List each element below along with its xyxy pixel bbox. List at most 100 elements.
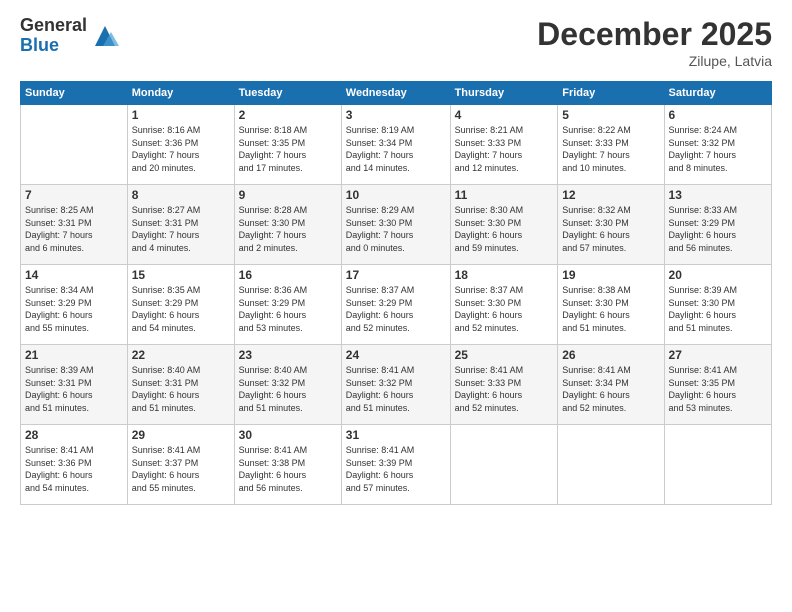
day-number: 26	[562, 348, 659, 362]
table-row: 6 Sunrise: 8:24 AM Sunset: 3:32 PM Daylig…	[664, 105, 771, 185]
month-title: December 2025	[537, 16, 772, 53]
day-number: 28	[25, 428, 123, 442]
day-info: Sunrise: 8:27 AM Sunset: 3:31 PM Dayligh…	[132, 204, 230, 254]
day-number: 5	[562, 108, 659, 122]
day-number: 21	[25, 348, 123, 362]
day-number: 30	[239, 428, 337, 442]
logo: General Blue	[20, 16, 119, 56]
table-row: 15Sunrise: 8:35 AM Sunset: 3:29 PM Dayli…	[127, 265, 234, 345]
table-row: 3 Sunrise: 8:19 AM Sunset: 3:34 PM Daylig…	[341, 105, 450, 185]
day-number: 17	[346, 268, 446, 282]
day-info: Sunrise: 8:37 AM Sunset: 3:30 PM Dayligh…	[455, 284, 554, 334]
table-row: 5Sunrise: 8:22 AM Sunset: 3:33 PM Daylig…	[558, 105, 664, 185]
day-info: Sunrise: 8:41 AM Sunset: 3:36 PM Dayligh…	[25, 444, 123, 494]
day-info: Sunrise: 8:41 AM Sunset: 3:34 PM Dayligh…	[562, 364, 659, 414]
table-row: 31 Sunrise: 8:41 AM Sunset: 3:39 PM Dayli…	[341, 425, 450, 505]
day-number: 23	[239, 348, 337, 362]
day-info: Sunrise: 8:24 AM Sunset: 3:32 PM Dayligh…	[669, 124, 767, 174]
day-info: Sunrise: 8:25 AM Sunset: 3:31 PM Dayligh…	[25, 204, 123, 254]
day-info: Sunrise: 8:40 AM Sunset: 3:32 PM Dayligh…	[239, 364, 337, 414]
header-tuesday: Tuesday	[234, 82, 341, 105]
table-row: 10 Sunrise: 8:29 AM Sunset: 3:30 PM Dayli…	[341, 185, 450, 265]
subtitle: Zilupe, Latvia	[537, 53, 772, 69]
table-row: 8 Sunrise: 8:27 AM Sunset: 3:31 PM Daylig…	[127, 185, 234, 265]
header-row: Sunday Monday Tuesday Wednesday Thursday…	[21, 82, 772, 105]
table-row	[450, 425, 558, 505]
week-row: 28 Sunrise: 8:41 AM Sunset: 3:36 PM Dayli…	[21, 425, 772, 505]
day-info: Sunrise: 8:40 AM Sunset: 3:31 PM Dayligh…	[132, 364, 230, 414]
day-number: 14	[25, 268, 123, 282]
day-info: Sunrise: 8:33 AM Sunset: 3:29 PM Dayligh…	[669, 204, 767, 254]
day-info: Sunrise: 8:32 AM Sunset: 3:30 PM Dayligh…	[562, 204, 659, 254]
table-row: 1 Sunrise: 8:16 AM Sunset: 3:36 PM Daylig…	[127, 105, 234, 185]
day-info: Sunrise: 8:37 AM Sunset: 3:29 PM Dayligh…	[346, 284, 446, 334]
table-row: 23 Sunrise: 8:40 AM Sunset: 3:32 PM Dayli…	[234, 345, 341, 425]
title-block: December 2025 Zilupe, Latvia	[537, 16, 772, 69]
day-number: 10	[346, 188, 446, 202]
day-info: Sunrise: 8:29 AM Sunset: 3:30 PM Dayligh…	[346, 204, 446, 254]
table-row: 2Sunrise: 8:18 AM Sunset: 3:35 PM Daylig…	[234, 105, 341, 185]
day-info: Sunrise: 8:30 AM Sunset: 3:30 PM Dayligh…	[455, 204, 554, 254]
day-number: 1	[132, 108, 230, 122]
day-number: 16	[239, 268, 337, 282]
table-row: 18Sunrise: 8:37 AM Sunset: 3:30 PM Dayli…	[450, 265, 558, 345]
day-number: 11	[455, 188, 554, 202]
table-row	[664, 425, 771, 505]
day-number: 7	[25, 188, 123, 202]
day-number: 24	[346, 348, 446, 362]
header-monday: Monday	[127, 82, 234, 105]
day-number: 8	[132, 188, 230, 202]
day-number: 12	[562, 188, 659, 202]
table-row: 14 Sunrise: 8:34 AM Sunset: 3:29 PM Dayli…	[21, 265, 128, 345]
day-number: 3	[346, 108, 446, 122]
day-number: 2	[239, 108, 337, 122]
logo-blue: Blue	[20, 36, 87, 56]
header-thursday: Thursday	[450, 82, 558, 105]
day-info: Sunrise: 8:41 AM Sunset: 3:32 PM Dayligh…	[346, 364, 446, 414]
header-wednesday: Wednesday	[341, 82, 450, 105]
day-number: 4	[455, 108, 554, 122]
day-info: Sunrise: 8:16 AM Sunset: 3:36 PM Dayligh…	[132, 124, 230, 174]
day-info: Sunrise: 8:41 AM Sunset: 3:37 PM Dayligh…	[132, 444, 230, 494]
logo-general: General	[20, 16, 87, 36]
day-info: Sunrise: 8:36 AM Sunset: 3:29 PM Dayligh…	[239, 284, 337, 334]
day-number: 20	[669, 268, 767, 282]
week-row: 1 Sunrise: 8:16 AM Sunset: 3:36 PM Daylig…	[21, 105, 772, 185]
day-info: Sunrise: 8:41 AM Sunset: 3:38 PM Dayligh…	[239, 444, 337, 494]
day-info: Sunrise: 8:19 AM Sunset: 3:34 PM Dayligh…	[346, 124, 446, 174]
day-number: 19	[562, 268, 659, 282]
day-info: Sunrise: 8:41 AM Sunset: 3:35 PM Dayligh…	[669, 364, 767, 414]
table-row: 13 Sunrise: 8:33 AM Sunset: 3:29 PM Dayli…	[664, 185, 771, 265]
logo-text: General Blue	[20, 16, 87, 56]
table-row	[558, 425, 664, 505]
table-row: 9Sunrise: 8:28 AM Sunset: 3:30 PM Daylig…	[234, 185, 341, 265]
table-row: 28 Sunrise: 8:41 AM Sunset: 3:36 PM Dayli…	[21, 425, 128, 505]
table-row: 7 Sunrise: 8:25 AM Sunset: 3:31 PM Daylig…	[21, 185, 128, 265]
table-row: 25Sunrise: 8:41 AM Sunset: 3:33 PM Dayli…	[450, 345, 558, 425]
day-info: Sunrise: 8:41 AM Sunset: 3:39 PM Dayligh…	[346, 444, 446, 494]
day-info: Sunrise: 8:34 AM Sunset: 3:29 PM Dayligh…	[25, 284, 123, 334]
table-row: 21 Sunrise: 8:39 AM Sunset: 3:31 PM Dayli…	[21, 345, 128, 425]
day-number: 27	[669, 348, 767, 362]
table-row: 4Sunrise: 8:21 AM Sunset: 3:33 PM Daylig…	[450, 105, 558, 185]
day-number: 15	[132, 268, 230, 282]
day-number: 31	[346, 428, 446, 442]
table-row: 12 Sunrise: 8:32 AM Sunset: 3:30 PM Dayli…	[558, 185, 664, 265]
day-info: Sunrise: 8:28 AM Sunset: 3:30 PM Dayligh…	[239, 204, 337, 254]
header-friday: Friday	[558, 82, 664, 105]
week-row: 7 Sunrise: 8:25 AM Sunset: 3:31 PM Daylig…	[21, 185, 772, 265]
table-row	[21, 105, 128, 185]
day-info: Sunrise: 8:39 AM Sunset: 3:31 PM Dayligh…	[25, 364, 123, 414]
header-saturday: Saturday	[664, 82, 771, 105]
day-number: 22	[132, 348, 230, 362]
table-row: 26 Sunrise: 8:41 AM Sunset: 3:34 PM Dayli…	[558, 345, 664, 425]
table-row: 20Sunrise: 8:39 AM Sunset: 3:30 PM Dayli…	[664, 265, 771, 345]
day-number: 6	[669, 108, 767, 122]
table-row: 17 Sunrise: 8:37 AM Sunset: 3:29 PM Dayli…	[341, 265, 450, 345]
day-info: Sunrise: 8:38 AM Sunset: 3:30 PM Dayligh…	[562, 284, 659, 334]
day-number: 13	[669, 188, 767, 202]
table-row: 11 Sunrise: 8:30 AM Sunset: 3:30 PM Dayli…	[450, 185, 558, 265]
table-row: 22 Sunrise: 8:40 AM Sunset: 3:31 PM Dayli…	[127, 345, 234, 425]
calendar: Sunday Monday Tuesday Wednesday Thursday…	[20, 81, 772, 505]
header: General Blue December 2025 Zilupe, Latvi…	[20, 16, 772, 69]
